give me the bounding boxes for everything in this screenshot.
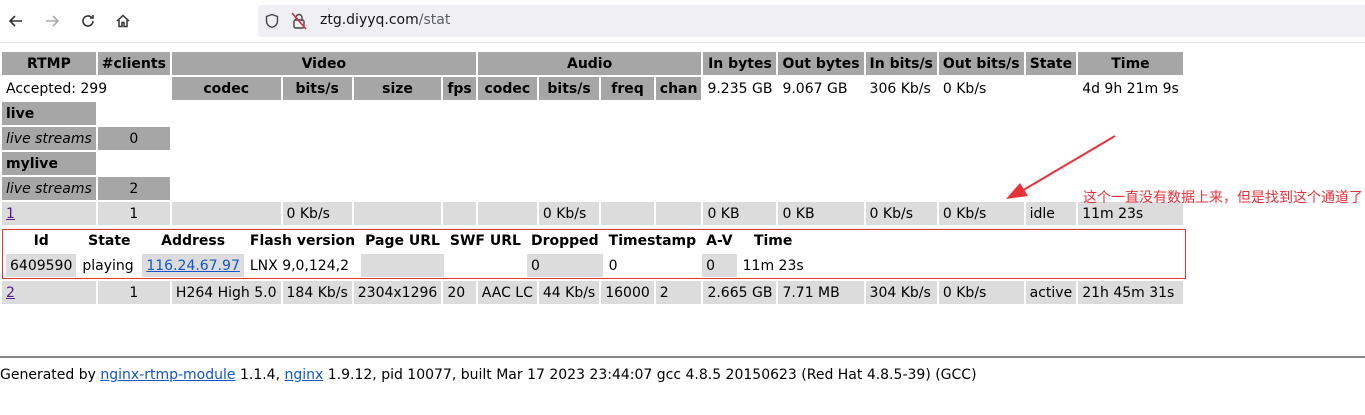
out-bits-header: Out bits/s [938,52,1024,75]
accepted-count: Accepted: 299 [6,80,108,97]
stream-1-clients: 1 [97,202,170,225]
audio-bits-header: bits/s [538,77,600,100]
footer-rest: 1.9.12, pid 10077, built Mar 17 2023 23:… [323,367,977,383]
stream-2-name-cell: 2 [2,281,96,304]
stream-2-fps: 20 [443,281,476,304]
stream-2-in-bits: 304 Kb/s [865,281,937,304]
forward-icon[interactable] [40,9,64,33]
video-size-header: size [353,77,442,100]
url-text[interactable]: ztg.diyyq.com/stat [320,12,450,28]
home-icon[interactable] [111,9,135,33]
stream-2-link[interactable]: 2 [6,285,15,301]
stream-1-link[interactable]: 1 [6,206,15,222]
stream-1-freq [601,202,654,225]
footer-module-version: 1.1.4, [235,367,285,383]
url-path: /stat [418,12,451,28]
stream-1-abits: 0 Kb/s [538,202,600,225]
footer: Generated by nginx-rtmp-module 1.1.4, ng… [0,356,1365,383]
stream-1-vbits: 0 Kb/s [282,202,352,225]
stream-2-state: active [1025,281,1077,304]
insecure-lock-icon[interactable] [291,12,307,34]
time-header: Time [1078,52,1183,75]
stream-2-clients: 1 [97,281,170,304]
stream-1-out-bits: 0 Kb/s [938,202,1024,225]
stream-2-time: 21h 45m 31s [1078,281,1183,304]
annotation-note: 这个一直没有数据上来，但是找到这个通道了 [1083,190,1363,206]
summary-out-bits: 0 Kb/s [942,80,987,97]
summary-state [1026,77,1077,100]
summary-out-bytes: 9.067 GB [782,80,848,97]
nginx-rtmp-module-link[interactable]: nginx-rtmp-module [100,367,235,383]
footer-prefix: Generated by [0,367,101,383]
summary-in-bytes: 9.235 GB [707,80,773,97]
video-codec-header: codec [171,77,281,100]
app-mylive: mylive [2,152,96,175]
stream-1-state: idle [1025,202,1077,225]
stream-2-vcodec: H264 High 5.0 [171,281,281,304]
url-bar[interactable]: ztg.diyyq.com/stat [258,5,1365,37]
stream-2-size: 2304x1296 [353,281,442,304]
audio-freq-header: freq [601,77,654,100]
stream-2-in-bytes: 2.665 GB [703,281,777,304]
reload-icon[interactable] [76,9,100,33]
stream-2-out-bits: 0 Kb/s [938,281,1024,304]
nginx-link[interactable]: nginx [285,367,324,383]
url-domain: ztg.diyyq.com [320,12,419,28]
out-bytes-header: Out bytes [778,52,864,75]
back-icon[interactable] [4,9,28,33]
stream-1-acodec [477,202,537,225]
stream-1-fps [443,202,476,225]
summary-time: 4d 9h 21m 9s [1082,80,1179,97]
stream-2-chan: 2 [655,281,702,304]
video-bits-header: bits/s [282,77,352,100]
clients-header: #clients [97,52,170,75]
browser-toolbar: ztg.diyyq.com/stat [0,0,1365,43]
live-streams-label: live streams [2,127,96,150]
audio-chan-header: chan [655,77,702,100]
highlight-box [2,229,1186,279]
stream-2-out-bytes: 7.71 MB [778,281,864,304]
stream-1-in-bits: 0 Kb/s [865,202,937,225]
in-bits-header: In bits/s [865,52,937,75]
mylive-streams-label: live streams [2,177,96,200]
stream-row-2: 2 1 H264 High 5.0 184 Kb/s 2304x1296 2 0 … [2,281,1183,304]
state-header: State [1025,52,1077,75]
rtmp-header: RTMP [2,52,96,75]
stream-1-out-bytes: 0 KB [778,202,864,225]
video-header: Video [171,52,476,75]
mylive-streams-count: 2 [97,177,170,200]
app-live: live [2,102,96,125]
audio-codec-header: codec [477,77,537,100]
audio-header: Audio [477,52,702,75]
stream-1-in-bytes: 0 KB [703,202,777,225]
live-streams-count: 0 [97,127,170,150]
stream-2-vbits: 184 Kb/s [282,281,352,304]
stream-1-vcodec [171,202,281,225]
stream-2-abits: 44 Kb/s [538,281,600,304]
stream-2-freq: 16000 [601,281,654,304]
stream-1-chan [655,202,702,225]
summary-in-bits: 306 Kb/s [869,80,931,97]
stream-1-size [353,202,442,225]
stream-1-name-cell: 1 [2,202,96,225]
in-bytes-header: In bytes [703,52,777,75]
stream-2-acodec: AAC LC [477,281,537,304]
video-fps-header: fps [443,77,476,100]
shield-icon[interactable] [264,13,280,33]
stream-row-1: 1 1 0 Kb/s 0 Kb/s 0 KB 0 KB 0 Kb/s 0 Kb/… [2,202,1183,225]
